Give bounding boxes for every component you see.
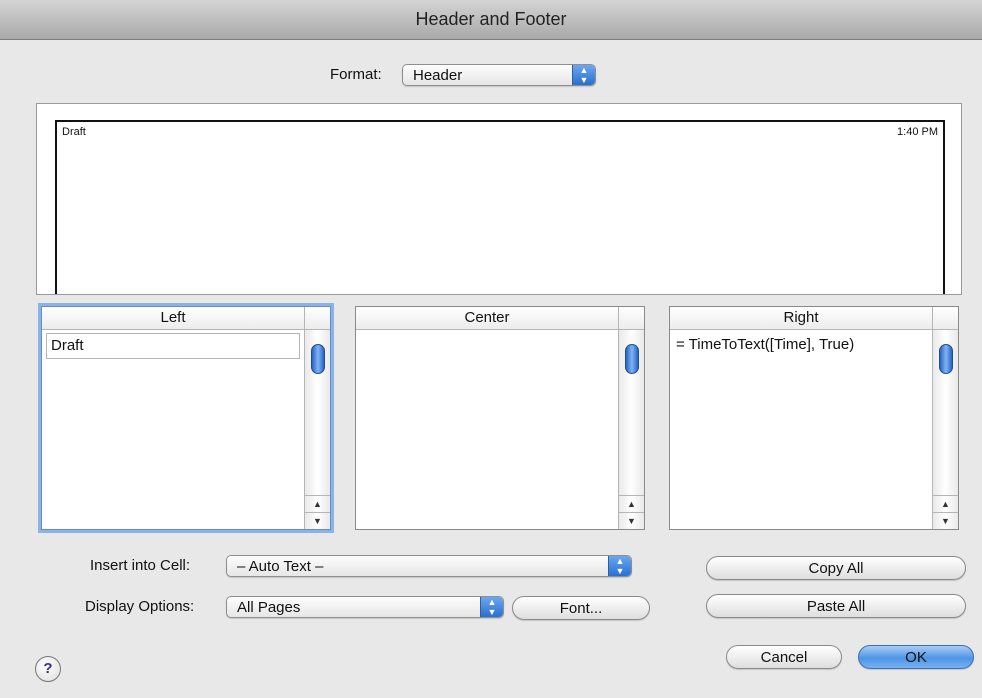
right-cell-header: Right [670,307,932,330]
scroll-thumb[interactable] [939,344,953,374]
updown-arrows-icon: ▲ ▼ [608,556,631,576]
insert-into-cell-label: Insert into Cell: [90,557,191,574]
scroll-up-arrow-icon[interactable]: ▲ [305,495,330,512]
left-cell-scrollbar[interactable]: ▲ ▼ [304,330,330,529]
display-popup-value: All Pages [237,599,301,616]
center-cell-scrollbar[interactable]: ▲ ▼ [618,330,644,529]
right-cell-text[interactable]: = TimeToText([Time], True) [674,333,928,357]
preview-right-text: 1:40 PM [897,126,938,138]
scroll-thumb[interactable] [625,344,639,374]
scroll-thumb[interactable] [311,344,325,374]
updown-arrows-icon: ▲ ▼ [480,597,503,617]
header-corner [618,307,644,330]
ok-button[interactable]: OK [858,645,974,669]
format-popup[interactable]: Header ▲ ▼ [402,64,596,86]
right-cell-scrollbar[interactable]: ▲ ▼ [932,330,958,529]
display-options-label: Display Options: [85,598,195,615]
help-icon[interactable]: ? [35,656,61,682]
scroll-down-arrow-icon[interactable]: ▼ [619,512,644,529]
center-cell-content[interactable] [360,333,614,525]
left-cell-content[interactable]: Draft [46,333,300,525]
updown-arrows-icon: ▲ ▼ [572,65,595,85]
right-cell[interactable]: Right = TimeToText([Time], True) ▲ ▼ [669,306,959,530]
center-cell[interactable]: Center ▲ ▼ [355,306,645,530]
preview-left-text: Draft [62,126,86,138]
left-cell[interactable]: Left Draft ▲ ▼ [41,306,331,530]
header-corner [932,307,958,330]
font-button[interactable]: Font... [512,596,650,620]
display-options-popup[interactable]: All Pages ▲ ▼ [226,596,504,618]
header-preview: Draft 1:40 PM [36,103,962,295]
right-cell-content[interactable]: = TimeToText([Time], True) [674,333,928,525]
format-popup-value: Header [413,67,463,84]
left-cell-header: Left [42,307,304,330]
center-cell-header: Center [356,307,618,330]
insert-popup-value: – Auto Text – [237,558,324,575]
preview-page: Draft 1:40 PM [55,120,945,294]
insert-into-cell-popup[interactable]: – Auto Text – ▲ ▼ [226,555,632,577]
copy-all-button[interactable]: Copy All [706,556,966,580]
scroll-up-arrow-icon[interactable]: ▲ [619,495,644,512]
scroll-down-arrow-icon[interactable]: ▼ [305,512,330,529]
header-corner [304,307,330,330]
cancel-button[interactable]: Cancel [726,645,842,669]
paste-all-button[interactable]: Paste All [706,594,966,618]
window-title: Header and Footer [0,0,982,40]
scroll-down-arrow-icon[interactable]: ▼ [933,512,958,529]
scroll-up-arrow-icon[interactable]: ▲ [933,495,958,512]
left-cell-text[interactable]: Draft [46,333,300,359]
format-label: Format: [330,66,382,83]
